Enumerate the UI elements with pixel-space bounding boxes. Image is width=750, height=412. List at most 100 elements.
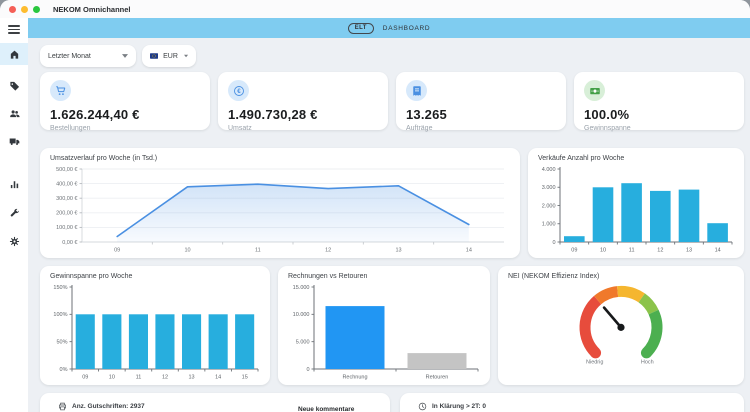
svg-text:11: 11 xyxy=(629,248,635,254)
period-select[interactable]: Letzter Monat xyxy=(40,45,136,67)
eu-flag-icon xyxy=(150,53,159,59)
svg-text:2.000: 2.000 xyxy=(542,203,556,209)
klaerung-card: In Klärung > 2T: 0 xyxy=(400,393,744,412)
chart-title: Verkäufe Anzahl pro Woche xyxy=(538,155,625,162)
svg-text:10: 10 xyxy=(600,248,606,254)
sidebar-item-home[interactable] xyxy=(0,43,28,65)
svg-text:15: 15 xyxy=(242,375,248,381)
svg-text:0: 0 xyxy=(306,367,309,373)
dashboard-nav-label[interactable]: DASHBOARD xyxy=(383,25,430,32)
currency-select[interactable]: EUR xyxy=(142,45,196,67)
sidebar-item-shipping[interactable] xyxy=(0,130,28,152)
verkaeufe-card: Verkäufe Anzahl pro Woche 0 1.000 2.000 3.0… xyxy=(528,148,744,258)
sidebar-item-customers[interactable] xyxy=(0,102,28,124)
svg-text:200,00 €: 200,00 € xyxy=(56,211,77,217)
umsatzverlauf-line-chart: 0,00 € 100,00 € 200,00 € 300,00 € 400,00 € 50… xyxy=(46,165,514,255)
svg-text:0,00 €: 0,00 € xyxy=(62,240,77,246)
svg-text:11: 11 xyxy=(136,375,142,381)
kpi-value: 1.626.244,40 € xyxy=(50,107,140,122)
kpi-value: 1.490.730,28 € xyxy=(228,107,318,122)
elt-badge[interactable]: ELT xyxy=(347,22,374,34)
svg-text:Rechnung: Rechnung xyxy=(342,375,367,381)
gewinnspanne-bar-chart: 0% 50% 100% 150% 09 10 11 12 13 14 15 xyxy=(46,283,264,382)
svg-text:50%: 50% xyxy=(56,339,67,345)
wrench-icon xyxy=(10,208,19,216)
svg-text:12: 12 xyxy=(657,248,663,254)
svg-text:3.000: 3.000 xyxy=(542,185,556,191)
dashboard-content: Letzter Monat EUR 1.626.244,40 € Bestell… xyxy=(28,38,750,412)
app-window: NEKOM Omnichannel ELT DASHBOARD Letzter … xyxy=(0,0,750,412)
window-titlebar: NEKOM Omnichannel xyxy=(0,0,750,18)
kpi-card-auftraege: 13.265 Aufträge xyxy=(396,72,566,132)
svg-text:150%: 150% xyxy=(53,285,67,291)
sidebar-item-tags[interactable] xyxy=(0,75,28,97)
truck-icon xyxy=(9,138,19,145)
svg-text:5.000: 5.000 xyxy=(296,339,310,345)
svg-text:09: 09 xyxy=(571,248,577,254)
svg-text:09: 09 xyxy=(114,248,120,254)
home-icon xyxy=(10,50,18,59)
svg-text:10.000: 10.000 xyxy=(293,312,310,318)
money-note-icon xyxy=(584,80,605,101)
gear-icon xyxy=(9,236,19,246)
svg-text:15.000: 15.000 xyxy=(293,285,310,291)
kpi-label: Aufträge xyxy=(406,125,433,132)
svg-text:12: 12 xyxy=(162,375,168,381)
chart-title: NEI (NEKOM Effizienz Index) xyxy=(508,273,600,280)
klaerung-text: In Klärung > 2T: 0 xyxy=(432,403,486,410)
sidebar-item-settings[interactable] xyxy=(0,230,28,252)
sidebar xyxy=(0,18,28,412)
shopping-cart-icon xyxy=(50,80,71,101)
svg-text:13: 13 xyxy=(395,248,401,254)
kpi-card-gewinnspanne: 100.0% Gewinnspanne xyxy=(574,72,744,132)
sidebar-item-tools[interactable] xyxy=(0,202,28,224)
kpi-label: Gewinnspanne xyxy=(584,125,631,132)
svg-text:10: 10 xyxy=(109,375,115,381)
currency-select-value: EUR xyxy=(163,52,178,60)
gewinnspanne-card: Gewinnspanne pro Woche 0% 50% 100% 150% 09 10… xyxy=(40,266,270,385)
hamburger-menu-button[interactable] xyxy=(8,25,20,36)
chart-title: Gewinnspanne pro Woche xyxy=(50,273,133,280)
svg-text:0%: 0% xyxy=(60,367,68,373)
svg-text:100,00 €: 100,00 € xyxy=(56,225,77,231)
svg-text:0: 0 xyxy=(552,240,555,246)
svg-text:13: 13 xyxy=(686,248,692,254)
kpi-value: 100.0% xyxy=(584,107,630,122)
sidebar-item-reports[interactable] xyxy=(0,173,28,195)
svg-text:500,00 €: 500,00 € xyxy=(56,167,77,173)
gutschriften-card: Anz. Gutschriften: 2937 Neue kommentare xyxy=(40,393,390,412)
close-window-button[interactable] xyxy=(9,5,16,13)
traffic-lights xyxy=(9,5,40,13)
svg-text:13: 13 xyxy=(189,375,195,381)
svg-text:12: 12 xyxy=(325,248,331,254)
nei-gauge-card: NEI (NEKOM Effizienz Index) Niedrig Hoch xyxy=(498,266,744,385)
svg-text:Retouren: Retouren xyxy=(426,375,449,381)
kpi-label: Umsatz xyxy=(228,125,252,132)
clock-icon xyxy=(418,402,427,411)
svg-text:14: 14 xyxy=(715,248,721,254)
svg-text:09: 09 xyxy=(82,375,88,381)
printer-icon xyxy=(59,402,66,411)
minimize-window-button[interactable] xyxy=(21,5,28,13)
chart-title: Rechnungen vs Retouren xyxy=(288,273,368,280)
gutschriften-text: Anz. Gutschriften: 2937 xyxy=(72,403,145,410)
kpi-label: Bestellungen xyxy=(50,125,91,132)
chevron-down-icon xyxy=(122,54,128,58)
neue-kommentare-label[interactable]: Neue kommentare xyxy=(298,406,354,412)
svg-text:11: 11 xyxy=(255,248,261,254)
rechnungen-retouren-bar-chart: 0 5.000 10.000 15.000 Rechnung Retouren xyxy=(284,283,484,382)
window-title: NEKOM Omnichannel xyxy=(53,4,131,14)
bar-chart-icon xyxy=(10,180,18,188)
maximize-window-button[interactable] xyxy=(33,5,40,13)
app-header: ELT DASHBOARD xyxy=(28,18,750,38)
svg-text:€: € xyxy=(237,88,241,95)
kpi-value: 13.265 xyxy=(406,107,447,122)
svg-text:300,00 €: 300,00 € xyxy=(56,196,77,202)
svg-text:4.000: 4.000 xyxy=(542,167,556,173)
svg-text:1.000: 1.000 xyxy=(542,222,556,228)
klaerung-row: In Klärung > 2T: 0 xyxy=(400,393,744,411)
kpi-card-umsatz: € 1.490.730,28 € Umsatz xyxy=(218,72,388,132)
umsatzverlauf-card: Umsatzverlauf pro Woche (in Tsd.) 0,00 €… xyxy=(40,148,520,258)
invoice-icon xyxy=(406,80,427,101)
rechnungen-retouren-card: Rechnungen vs Retouren 0 5.000 10.000 15.00… xyxy=(278,266,490,385)
